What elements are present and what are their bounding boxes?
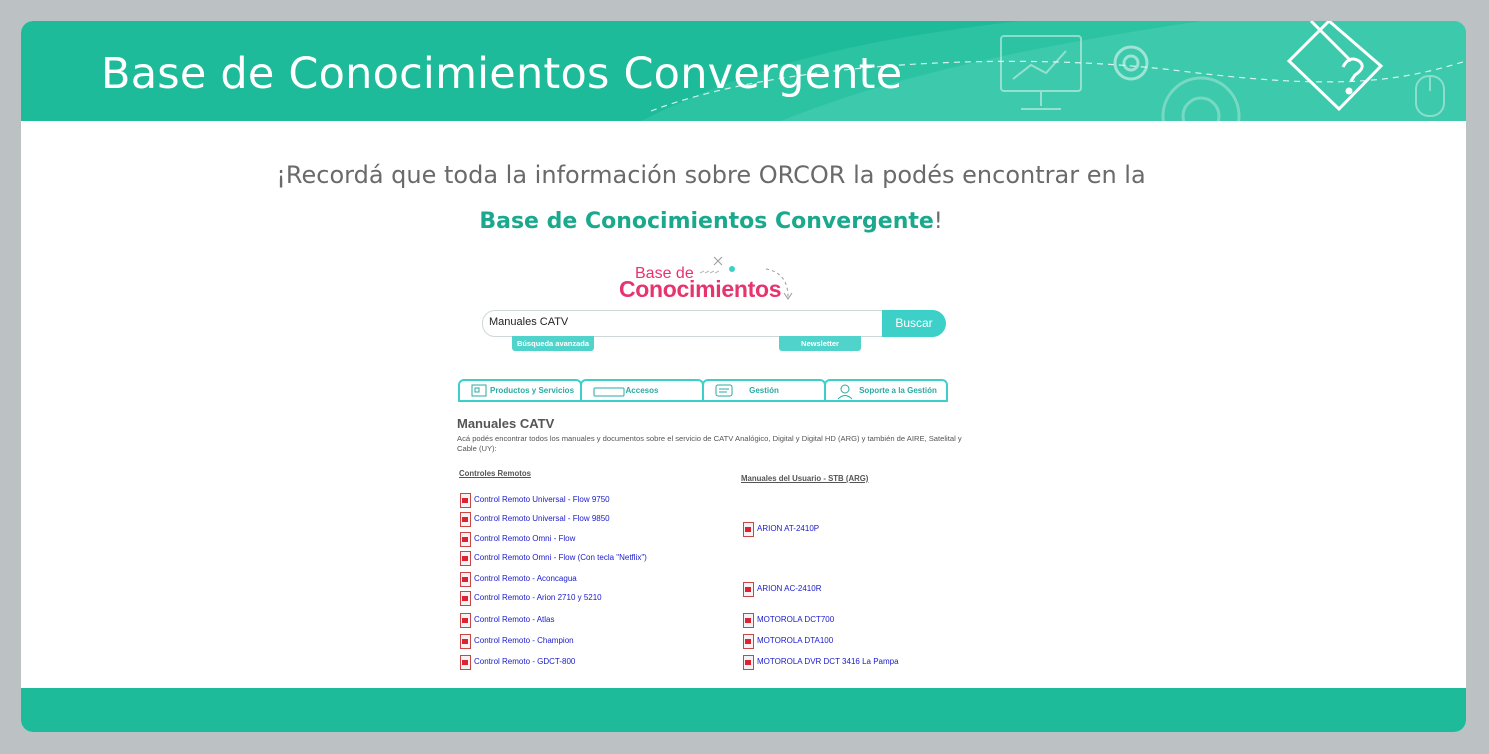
tab-soporte-a-la-gestion[interactable]: Soporte a la Gestión xyxy=(824,379,948,402)
document-link[interactable]: ARION AC-2410R xyxy=(757,584,821,593)
tab-label: Soporte a la Gestión xyxy=(859,386,937,395)
document-link[interactable]: Control Remoto Universal - Flow 9850 xyxy=(474,514,610,523)
tab-productos-y-servicios[interactable]: Productos y Servicios xyxy=(458,379,582,402)
search-input[interactable]: Manuales CATV xyxy=(482,310,884,337)
pdf-icon xyxy=(743,634,754,649)
section-description: Acá podés encontrar todos los manuales y… xyxy=(457,434,962,453)
slide-card: Base de Conocimientos Convergente ¡Recor… xyxy=(21,21,1466,732)
tab-gestion[interactable]: Gestión xyxy=(702,379,826,402)
right-column-heading: Manuales del Usuario - STB (ARG) xyxy=(741,474,869,483)
left-column-heading: Controles Remotos xyxy=(459,469,531,478)
pdf-icon xyxy=(743,522,754,537)
pdf-icon xyxy=(743,655,754,670)
tab-accesos[interactable]: Accesos xyxy=(580,379,704,402)
search-button[interactable]: Buscar xyxy=(882,310,946,337)
pdf-icon xyxy=(743,582,754,597)
document-link[interactable]: Control Remoto - Champion xyxy=(474,636,574,645)
tabs-divider xyxy=(458,400,948,402)
document-link[interactable]: Control Remoto Omni - Flow xyxy=(474,534,575,543)
pdf-icon xyxy=(460,532,471,547)
search-value: Manuales CATV xyxy=(489,316,569,328)
footer-band xyxy=(21,688,1466,732)
document-link[interactable]: MOTOROLA DCT700 xyxy=(757,615,834,624)
pdf-icon xyxy=(460,591,471,606)
exclamation: ! xyxy=(933,209,943,234)
pdf-icon xyxy=(460,655,471,670)
newsletter-link[interactable]: Newsletter xyxy=(779,336,861,351)
document-link[interactable]: Control Remoto - Aconcagua xyxy=(474,574,577,583)
embedded-screenshot: Base de Conocimientos Manuales CATV Busc… xyxy=(451,249,981,681)
document-link[interactable]: Control Remoto - GDCT-800 xyxy=(474,657,575,666)
document-link[interactable]: MOTOROLA DTA100 xyxy=(757,636,833,645)
pdf-icon xyxy=(460,572,471,587)
section-title: Manuales CATV xyxy=(457,416,555,431)
knowledge-base-name: Base de Conocimientos Convergente xyxy=(479,209,934,234)
tab-label: Gestión xyxy=(749,386,779,395)
pdf-icon xyxy=(460,493,471,508)
tab-label: Productos y Servicios xyxy=(489,386,575,395)
tab-label: Accesos xyxy=(625,386,659,395)
pdf-icon xyxy=(460,634,471,649)
document-link[interactable]: Control Remoto - Atlas xyxy=(474,615,554,624)
pdf-icon xyxy=(743,613,754,628)
document-link[interactable]: Control Remoto Universal - Flow 9750 xyxy=(474,495,610,504)
reminder-text: ¡Recordá que toda la información sobre O… xyxy=(276,161,1146,189)
header-banner: Base de Conocimientos Convergente xyxy=(21,21,1466,121)
pdf-icon xyxy=(460,613,471,628)
document-link[interactable]: ARION AT-2410P xyxy=(757,524,819,533)
document-link[interactable]: Control Remoto - Arion 2710 y 5210 xyxy=(474,593,602,602)
advanced-search-link[interactable]: Búsqueda avanzada xyxy=(512,336,594,351)
reminder-highlight: Base de Conocimientos Convergente! xyxy=(21,209,1401,234)
pdf-icon xyxy=(460,512,471,527)
document-link[interactable]: MOTOROLA DVR DCT 3416 La Pampa xyxy=(757,657,899,666)
document-link[interactable]: Control Remoto Omni - Flow (Con tecla "N… xyxy=(474,553,647,562)
pdf-icon xyxy=(460,551,471,566)
logo-decoration-icon xyxy=(699,256,793,300)
page-title: Base de Conocimientos Convergente xyxy=(101,49,903,99)
